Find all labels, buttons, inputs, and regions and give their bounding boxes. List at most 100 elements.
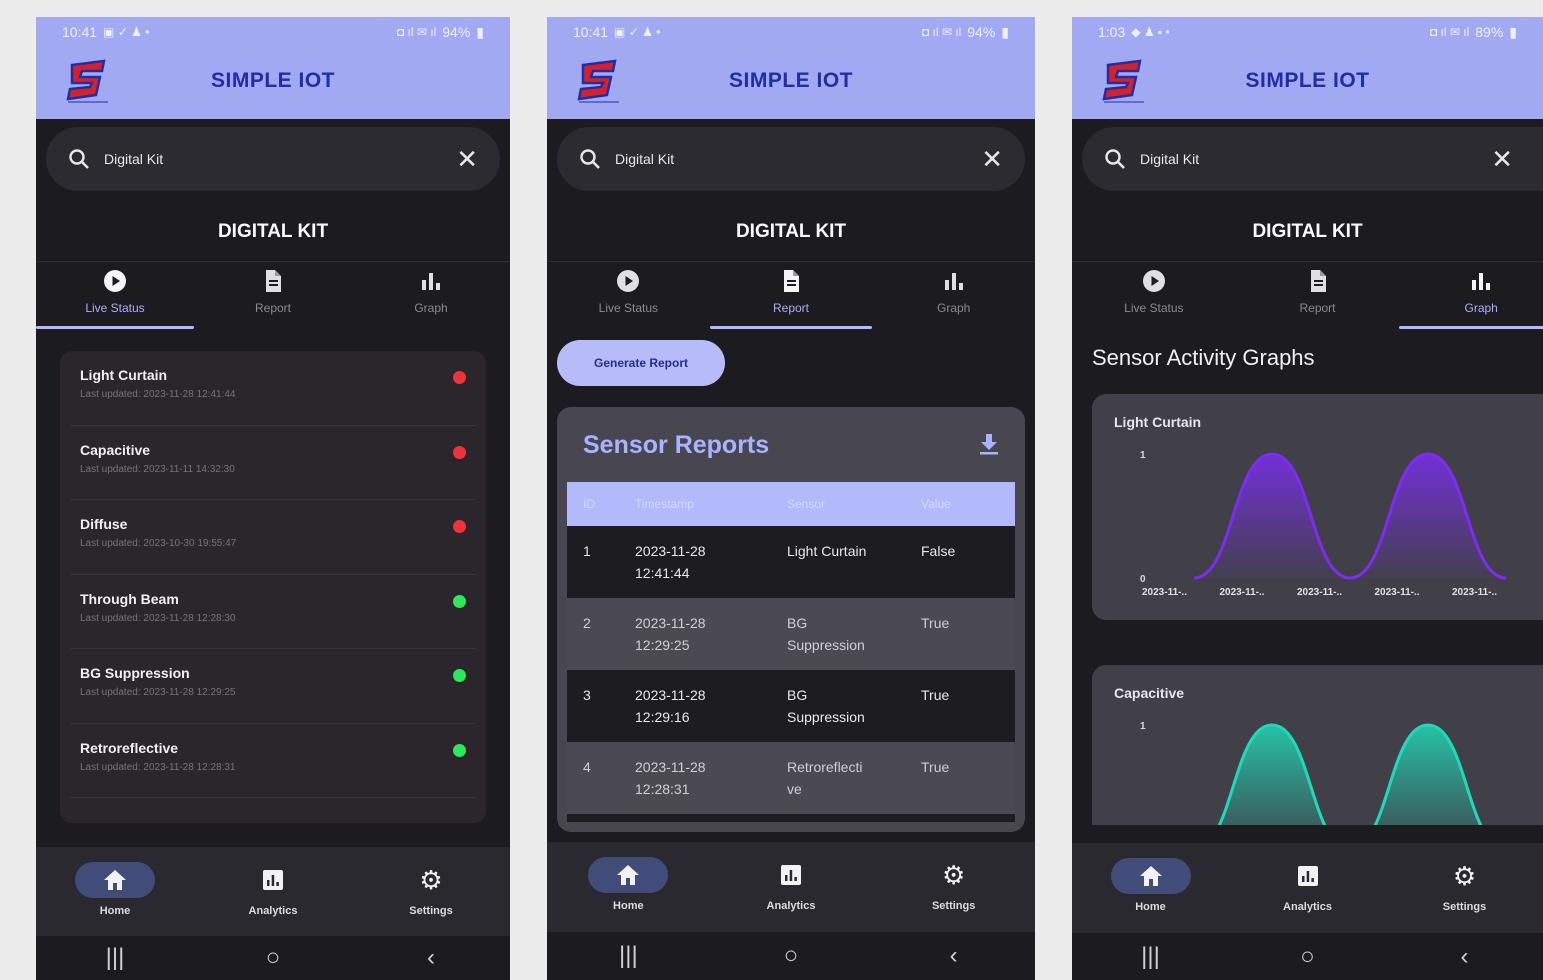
nav-analytics[interactable]: Analytics xyxy=(194,847,352,937)
status-indicator-dot xyxy=(453,669,466,682)
nav-settings[interactable]: ⚙ Settings xyxy=(1386,843,1543,933)
tab-label: Graph xyxy=(1464,301,1498,315)
download-icon[interactable] xyxy=(979,433,999,455)
home-circle-icon[interactable]: ○ xyxy=(761,942,821,970)
sensor-list: Light Curtain Last updated: 2023-11-28 12… xyxy=(60,351,486,823)
cell-sensor-line: Suppression xyxy=(787,637,865,653)
cell-sensor: BG Suppression xyxy=(787,612,921,656)
nav-indicator xyxy=(751,857,831,893)
sensor-row[interactable]: Light Curtain Last updated: 2023-11-28 12… xyxy=(70,351,476,426)
tab-live-status[interactable]: Live Status xyxy=(547,267,710,329)
tab-report[interactable]: Report xyxy=(194,267,352,329)
nav-label: Settings xyxy=(409,905,453,917)
nav-home[interactable]: Home xyxy=(36,847,194,937)
x-tick-label: 2023-11-.. xyxy=(1375,587,1420,598)
cell-time: 12:41:44 xyxy=(635,565,690,581)
cell-value: True xyxy=(921,615,950,631)
cell-value: False xyxy=(921,543,956,559)
cell-value: True xyxy=(921,759,950,775)
nav-label: Home xyxy=(1135,901,1166,913)
sensor-name: Diffuse xyxy=(80,516,128,532)
home-circle-icon[interactable]: ○ xyxy=(243,944,303,972)
app-bar: SIMPLE IOT xyxy=(1072,47,1543,119)
clock: 10:41 xyxy=(62,24,98,40)
tab-report[interactable]: Report xyxy=(709,267,873,329)
nav-settings[interactable]: ⚙ Settings xyxy=(352,847,510,937)
back-icon[interactable]: ‹ xyxy=(1435,943,1495,971)
cell-date: 2023-11-28 xyxy=(635,687,706,703)
clock: 1:03 xyxy=(1098,24,1126,40)
sensor-row[interactable]: BG Suppression Last updated: 2023-11-28 1… xyxy=(70,649,476,724)
search-icon xyxy=(1105,149,1125,169)
back-icon[interactable]: ‹ xyxy=(401,944,461,972)
tab-live-status[interactable]: Live Status xyxy=(36,267,194,329)
sensor-row[interactable]: Diffuse Last updated: 2023-10-30 19:55:47 xyxy=(70,500,476,575)
sensor-last-updated: Last updated: 2023-11-28 12:28:31 xyxy=(80,761,236,773)
gear-icon: ⚙ xyxy=(419,864,443,895)
generate-report-button[interactable]: Generate Report xyxy=(557,340,725,386)
sensor-row[interactable]: Through Beam Last updated: 2023-11-28 12:… xyxy=(70,575,476,649)
back-icon[interactable]: ‹ xyxy=(924,942,984,970)
y-tick-label: 0 xyxy=(1140,574,1146,585)
tab-label: Live Status xyxy=(1124,301,1184,315)
page-title: DIGITAL KIT xyxy=(217,221,329,242)
cell-timestamp: 2023-11-28 12:28:31 xyxy=(635,756,787,800)
nav-home[interactable]: Home xyxy=(1072,843,1229,933)
nav-label: Home xyxy=(613,900,644,912)
play-circle-icon xyxy=(104,270,126,292)
tab-report[interactable]: Report xyxy=(1236,267,1400,329)
tab-label: Report xyxy=(772,301,810,315)
sensor-name: BG Suppression xyxy=(80,665,190,681)
close-icon[interactable]: ✕ xyxy=(456,146,478,172)
search-input[interactable] xyxy=(615,151,982,167)
tab-label: Report xyxy=(254,301,292,315)
graph-card-capacitive: 1 Capacitive xyxy=(1092,665,1543,825)
search-bar[interactable]: ✕ xyxy=(1082,127,1543,191)
battery-level: 89% xyxy=(1475,24,1504,40)
tab-live-status[interactable]: Live Status xyxy=(1072,267,1236,329)
cell-sensor-line: Suppression xyxy=(787,709,865,725)
home-circle-icon[interactable]: ○ xyxy=(1278,943,1338,971)
sensor-last-updated: Last updated: 2023-11-28 12:28:30 xyxy=(80,612,236,624)
bottom-navigation: Home Analytics ⚙ Settings xyxy=(547,842,1035,932)
status-indicator-dot xyxy=(453,743,466,757)
battery-level: 94% xyxy=(442,24,471,40)
status-indicator-dot xyxy=(453,520,466,533)
x-tick-label: 2023-11-.. xyxy=(1452,587,1497,598)
cell-sensor-line: BG xyxy=(787,687,808,703)
cell-timestamp: 2023-11-28 12:41:44 xyxy=(635,540,787,584)
nav-settings[interactable]: ⚙ Settings xyxy=(872,842,1035,932)
recent-apps-icon[interactable]: ||| xyxy=(1121,943,1181,971)
tab-graph[interactable]: Graph xyxy=(352,267,510,329)
sensor-row[interactable]: Retroreflective Last updated: 2023-11-28 … xyxy=(70,724,476,798)
search-input[interactable] xyxy=(104,151,457,167)
nav-analytics[interactable]: Analytics xyxy=(1229,843,1386,933)
table-row: 3 2023-11-28 12:29:16 BG Suppression True xyxy=(567,670,1015,742)
signal-icons: ◘ ıl ✉ ıl xyxy=(921,25,962,39)
nav-analytics[interactable]: Analytics xyxy=(710,842,873,932)
recent-apps-icon[interactable]: ||| xyxy=(85,944,145,972)
close-icon[interactable]: ✕ xyxy=(1491,146,1513,172)
search-bar[interactable]: ✕ xyxy=(46,127,500,191)
cell-id: 1 xyxy=(583,543,591,559)
status-indicator-dot xyxy=(453,594,466,608)
search-input[interactable] xyxy=(1140,151,1492,167)
tab-graph[interactable]: Graph xyxy=(872,267,1035,329)
bar-chart-icon xyxy=(944,273,963,290)
app-title: SIMPLE IOT xyxy=(1245,69,1370,92)
nav-home[interactable]: Home xyxy=(547,842,710,932)
bar-chart-icon xyxy=(1472,273,1491,290)
search-icon xyxy=(580,149,600,169)
cell-time: 12:29:16 xyxy=(635,709,690,725)
tab-graph[interactable]: Graph xyxy=(1399,267,1543,329)
recent-apps-icon[interactable]: ||| xyxy=(598,942,658,970)
sensor-row[interactable]: Capacitive Last updated: 2023-11-11 14:32… xyxy=(70,426,476,500)
analytics-icon xyxy=(263,870,283,890)
notification-icons: ▣ ✓ ♟ • xyxy=(614,25,661,39)
bottom-navigation: Home Analytics ⚙ Settings xyxy=(36,847,510,937)
close-icon[interactable]: ✕ xyxy=(981,146,1003,172)
tab-bar: Live Status Report Graph xyxy=(547,267,1035,329)
page-title: DIGITAL KIT xyxy=(735,221,847,242)
tab-bar: Live Status Report Graph xyxy=(36,267,510,329)
search-bar[interactable]: ✕ xyxy=(557,127,1025,191)
